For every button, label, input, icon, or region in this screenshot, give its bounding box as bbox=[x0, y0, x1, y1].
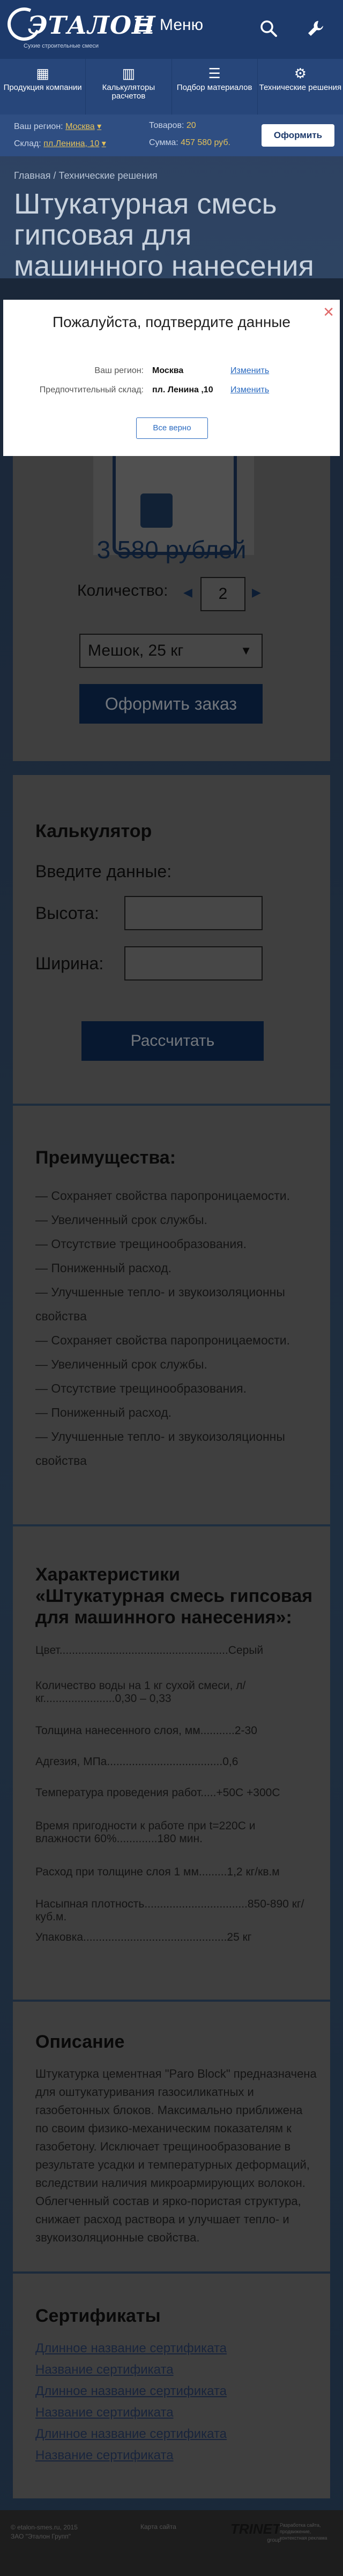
page-title: Штукатурная смесь гипсовая для машинного… bbox=[14, 188, 314, 282]
modal-title: Пожалуйста, подтвердите данные bbox=[52, 314, 291, 330]
boxes-icon: ▦ bbox=[36, 65, 49, 81]
nav-item-label: Калькуляторы расчетов bbox=[102, 83, 155, 101]
nav-item-calculators[interactable]: ▥ Калькуляторы расчетов bbox=[86, 59, 172, 115]
region-bar: Ваш регион: Москва ▾ Склад: пл.Ленина, 1… bbox=[0, 115, 343, 156]
modal-overlay[interactable] bbox=[0, 278, 343, 2576]
sum-label: Сумма: bbox=[149, 138, 178, 147]
site-header: ЭТАЛОН Сухие строительные смеси Меню bbox=[0, 0, 343, 59]
warehouse-label: Склад: bbox=[14, 139, 41, 148]
confirm-modal: ✕ Пожалуйста, подтвердите данные Ваш рег… bbox=[3, 300, 340, 456]
hamburger-icon bbox=[135, 19, 152, 32]
modal-region-label: Ваш регион: bbox=[94, 366, 144, 375]
nav-item-label: Технические решения bbox=[259, 83, 342, 92]
sum-value: 457 580 руб. bbox=[181, 138, 230, 147]
search-icon[interactable] bbox=[259, 19, 278, 37]
confirm-button[interactable]: Все верно bbox=[136, 417, 208, 439]
region-label: Ваш регион: bbox=[14, 122, 63, 131]
cart-goods: Товаров: 20 bbox=[149, 121, 196, 131]
warehouse-select[interactable]: пл.Ленина, 10 bbox=[43, 139, 99, 148]
sliders-icon: ☰ bbox=[208, 65, 221, 81]
nav-item-label: Подбор материалов bbox=[176, 83, 252, 92]
nav-item-label: Продукция компании bbox=[3, 83, 82, 92]
region-select[interactable]: Москва bbox=[65, 122, 95, 131]
chevron-down-icon: ▾ bbox=[101, 139, 106, 148]
modal-region-value: Москва bbox=[152, 366, 184, 375]
goods-count: 20 bbox=[186, 121, 196, 130]
breadcrumb[interactable]: Главная / Технические решения bbox=[14, 170, 158, 181]
main-nav: ▦ Продукция компании ▥ Калькуляторы расч… bbox=[0, 59, 343, 115]
checkout-button[interactable]: Оформить bbox=[262, 124, 334, 147]
change-warehouse-link[interactable]: Изменить bbox=[230, 385, 269, 395]
menu-button[interactable]: Меню bbox=[135, 16, 203, 34]
site-logo[interactable]: ЭТАЛОН Сухие строительные смеси bbox=[3, 3, 155, 55]
warehouse-row: Склад: пл.Ленина, 10 ▾ bbox=[14, 138, 106, 149]
logo-subtitle: Сухие строительные смеси bbox=[24, 43, 99, 49]
modal-warehouse-value: пл. Ленина ,10 bbox=[152, 385, 213, 394]
change-region-link[interactable]: Изменить bbox=[230, 366, 269, 376]
region-row: Ваш регион: Москва ▾ bbox=[14, 121, 101, 132]
calculator-icon: ▥ bbox=[122, 65, 136, 81]
nav-item-materials[interactable]: ☰ Подбор материалов bbox=[172, 59, 258, 115]
nav-item-solutions[interactable]: ⚙ Технические решения bbox=[258, 59, 343, 115]
modal-warehouse-label: Предпочтительный склад: bbox=[39, 385, 144, 394]
page: ЭТАЛОН Сухие строительные смеси Меню ▦ П… bbox=[0, 0, 343, 2576]
goods-label: Товаров: bbox=[149, 121, 184, 130]
chevron-down-icon: ▾ bbox=[97, 122, 102, 131]
menu-label: Меню bbox=[160, 16, 204, 34]
gear-icon: ⚙ bbox=[294, 65, 307, 81]
cart-sum: Сумма: 457 580 руб. bbox=[149, 138, 230, 148]
wrench-icon[interactable] bbox=[307, 19, 325, 37]
nav-item-products[interactable]: ▦ Продукция компании bbox=[0, 59, 86, 115]
